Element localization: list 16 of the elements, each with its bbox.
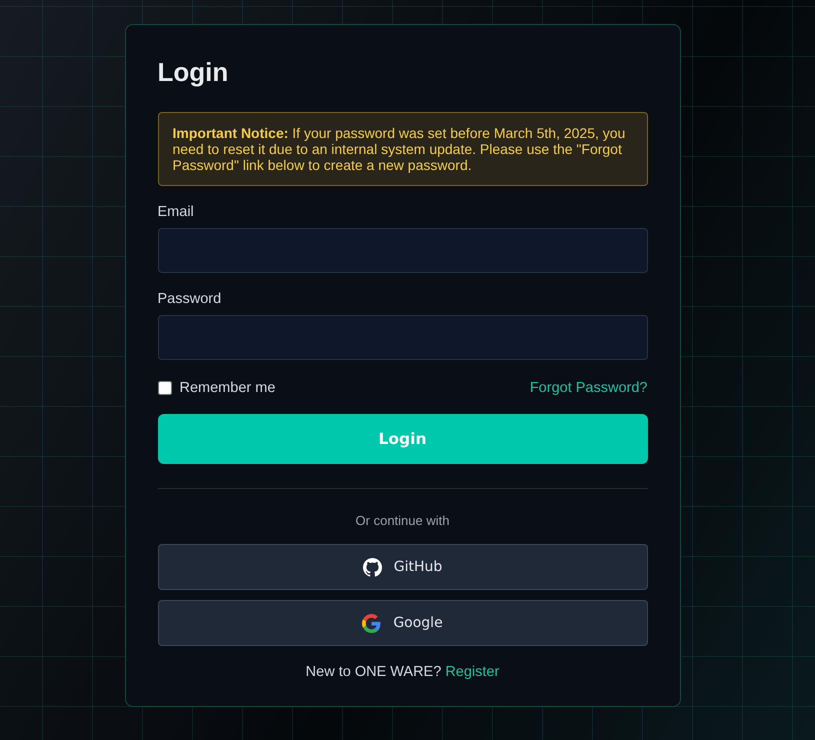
notice-banner: Important Notice: If your password was set before March 5th, 2025, you need to reset it due to an internal system update. Please use the "Forgot Password" link below to create a new password. xyxy=(158,112,648,186)
divider-text: Or continue with xyxy=(356,513,450,528)
input-field[interactable] xyxy=(158,228,648,273)
google-icon xyxy=(362,614,382,632)
forgot-password-link[interactable]: Forgot Password? xyxy=(530,380,648,396)
field-label: Password xyxy=(158,291,222,307)
google-button[interactable]: Google xyxy=(158,600,648,646)
github-button[interactable]: GitHub xyxy=(158,544,648,590)
register-prompt: New to ONE WARE? Register xyxy=(304,664,500,680)
remember-label: Remember me xyxy=(180,380,276,396)
register-link[interactable]: Register xyxy=(445,664,500,680)
login-title: Login xyxy=(158,57,230,88)
remember-checkbox[interactable] xyxy=(158,381,172,395)
github-icon xyxy=(362,558,382,576)
field-label: Email xyxy=(158,204,195,220)
input-field[interactable] xyxy=(158,315,648,360)
